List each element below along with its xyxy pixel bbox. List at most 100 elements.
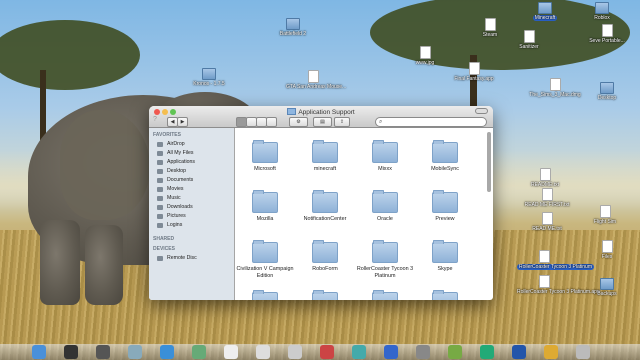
action-button[interactable]: ⚙ <box>289 117 308 127</box>
desktop-icon-www-jpg[interactable]: www.jpg <box>398 46 452 66</box>
share-icon: ⇪ <box>339 119 345 125</box>
folder-icon <box>600 82 614 94</box>
folder-item-oracle[interactable]: Oracle <box>354 190 416 223</box>
desktop-icon-final-fantasy-app[interactable]: Final Fantasy.app <box>447 62 501 82</box>
minecraft-icon[interactable] <box>448 345 462 359</box>
sidebar-item-label: Music <box>167 195 181 201</box>
document-icon <box>307 70 319 83</box>
desktop-icon-sanitizer[interactable]: Sanitizer <box>502 30 556 50</box>
applications-icon <box>157 160 163 165</box>
sidebar-item-music[interactable]: Music <box>149 194 234 203</box>
desktop-icon-desktop[interactable]: Desktop <box>580 82 634 101</box>
folder-item-rollercoaster-tycoon-3-platinum[interactable]: RollerCoaster Tycoon 3 Platinum <box>354 240 416 279</box>
help-icon[interactable]: ? <box>153 116 157 123</box>
forward-button[interactable]: ▶ <box>177 117 188 127</box>
search-input[interactable]: ⌕ <box>375 117 487 127</box>
desktop-icon-the-sims-3-mac-dmg[interactable]: The_Sims_3_Mac.dmg <box>528 78 582 98</box>
sidebar-item-label: Documents <box>167 177 194 183</box>
desktop-icon-battlefield-2[interactable]: Battlefield 2 <box>266 18 320 37</box>
document-icon <box>419 46 431 59</box>
trash-icon[interactable] <box>576 345 590 359</box>
desktop-icon-seve-portable[interactable]: Seve Portable... <box>580 24 634 44</box>
photos-icon[interactable] <box>192 345 206 359</box>
folder-icon <box>595 2 609 14</box>
desktop-icon-minecraft[interactable]: Minecraft <box>518 2 572 23</box>
mission-control-icon[interactable] <box>96 345 110 359</box>
desktop-icon-label: Files <box>601 254 613 260</box>
sidebar-item-remote-disc[interactable]: Remote Disc <box>149 254 234 263</box>
calendar-icon[interactable] <box>224 345 238 359</box>
document-icon <box>541 212 553 225</box>
folder-item[interactable] <box>354 290 416 300</box>
folder-icon <box>312 190 338 213</box>
document-icon <box>601 240 613 253</box>
folder-item-roboform[interactable]: RoboForm <box>294 240 356 273</box>
vertical-scrollbar[interactable] <box>487 132 491 192</box>
folder-icon <box>202 68 216 80</box>
desktop-icon-files[interactable]: Files <box>580 240 634 260</box>
sidebar-item-downloads[interactable]: Downloads <box>149 203 234 212</box>
coverflow-view-button[interactable] <box>266 117 277 127</box>
desktop-icon-kronos-1-7-5[interactable]: Kronos - 1.7.5 <box>182 68 236 87</box>
desktop-icon-read-me-first-txt[interactable]: READ ME FIRST.txt <box>520 188 574 208</box>
folder-item[interactable] <box>294 290 356 300</box>
folder-item-microsoft[interactable]: Microsoft <box>235 140 296 173</box>
system-preferences-icon[interactable] <box>416 345 430 359</box>
share-button[interactable]: ⇪ <box>334 117 350 127</box>
app-store-icon[interactable] <box>384 345 398 359</box>
mail-icon[interactable] <box>128 345 142 359</box>
sidebar-item-desktop[interactable]: Desktop <box>149 167 234 176</box>
folder-item-label: Preview <box>435 216 455 222</box>
logins-icon <box>157 223 163 228</box>
folder-item-minecraft[interactable]: minecraft <box>294 140 356 173</box>
sidebar-item-movies[interactable]: Movies <box>149 185 234 194</box>
photo-booth-icon[interactable] <box>320 345 334 359</box>
itunes-icon[interactable] <box>352 345 366 359</box>
folder-item-notificationcenter[interactable]: NotificationCenter <box>294 190 356 223</box>
excel-icon[interactable] <box>480 345 494 359</box>
word-icon[interactable] <box>512 345 526 359</box>
toolbar-toggle-button[interactable] <box>475 108 488 114</box>
folder-icon <box>600 278 614 290</box>
desktop-icon-rollercoaster-tycoon-3-platinum-app[interactable]: RollerCoaster Tycoon 3 Platinum.app <box>517 275 600 295</box>
folder-item-mixxx[interactable]: Mixxx <box>354 140 416 173</box>
folder-item[interactable] <box>414 290 476 300</box>
sidebar-item-documents[interactable]: Documents <box>149 176 234 185</box>
sidebar-item-airdrop[interactable]: AirDrop <box>149 140 234 149</box>
document-icon <box>523 30 535 43</box>
reminders-icon[interactable] <box>288 345 302 359</box>
sidebar-item-pictures[interactable]: Pictures <box>149 212 234 221</box>
folder-item-label: Skype <box>437 266 453 272</box>
wallpaper-elephant-ear <box>60 110 150 220</box>
folder-item-preview[interactable]: Preview <box>414 190 476 223</box>
sidebar-item-label: Desktop <box>167 168 187 174</box>
folder-icon <box>538 2 552 14</box>
desktop-icon-read-me-txt[interactable]: READ ME.txt <box>520 212 574 232</box>
folder-item-mobilesync[interactable]: MobileSync <box>414 140 476 173</box>
notes-icon[interactable] <box>256 345 270 359</box>
dashboard-icon[interactable] <box>64 345 78 359</box>
desktop-icon-rollercoaster-tycoon-3-platinum[interactable]: RollerCoaster Tycoon 3 Platinum <box>517 250 594 272</box>
sidebar-item-applications[interactable]: Applications <box>149 158 234 167</box>
chrome-icon[interactable] <box>544 345 558 359</box>
desktop-icon-gta-san-andreas-mouse[interactable]: GTA San Andreas Mouse... <box>286 70 346 90</box>
desktop-icon-backups[interactable]: Backups <box>580 278 634 297</box>
folder-item-civilization-v-campaign-edition[interactable]: Civilization V Campaign Edition <box>235 240 296 279</box>
finder-titlebar[interactable]: Application Support ? ◀ ▶ ⚙ ▤ ⇪ ⌕ <box>149 106 493 128</box>
finder-window[interactable]: Application Support ? ◀ ▶ ⚙ ▤ ⇪ ⌕ FAVORI… <box>149 106 493 300</box>
arrange-button[interactable]: ▤ <box>313 117 332 127</box>
document-icon <box>484 18 496 31</box>
sidebar-item-logins[interactable]: Logins <box>149 221 234 230</box>
sidebar-item-all-my-files[interactable]: All My Files <box>149 149 234 158</box>
desktop-icon-roblox[interactable]: Roblox <box>575 2 629 21</box>
desktop-icon-readme-txt[interactable]: README.txt <box>518 168 572 188</box>
folder-item[interactable] <box>235 290 296 300</box>
safari-icon[interactable] <box>160 345 174 359</box>
finder-sidebar: FAVORITES AirDrop All My Files Application… <box>149 128 235 300</box>
finder-icon[interactable] <box>32 345 46 359</box>
folder-item-skype[interactable]: Skype <box>414 240 476 273</box>
folder-item-mozilla[interactable]: Mozilla <box>235 190 296 223</box>
folder-item-label: RoboForm <box>312 266 338 272</box>
desktop-icon-flight-sim[interactable]: Flight Sim <box>578 205 632 225</box>
finder-content[interactable]: Microsoft minecraft Mixxx MobileSync Mozilla… <box>235 128 493 300</box>
